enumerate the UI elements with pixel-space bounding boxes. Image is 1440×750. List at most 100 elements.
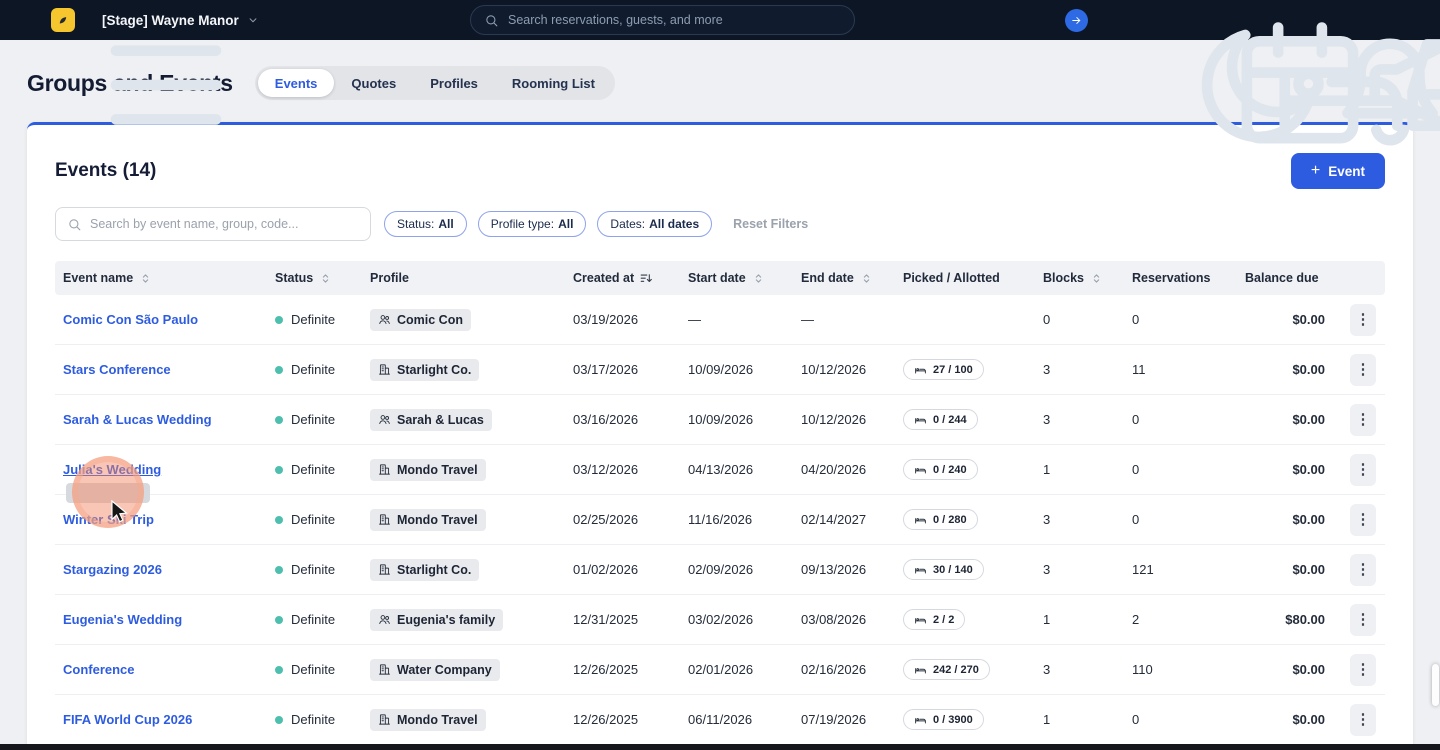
balance-due-cell: $80.00 bbox=[1237, 612, 1341, 627]
blocks-cell: 1 bbox=[1035, 712, 1124, 727]
table-row[interactable]: Winter Ski Trip Definite Mondo Travel 02… bbox=[55, 495, 1385, 545]
row-menu-button[interactable]: ⋮ bbox=[1350, 304, 1376, 336]
col-end-date: End date bbox=[793, 271, 895, 286]
tab-rooming-list[interactable]: Rooming List bbox=[495, 69, 612, 97]
row-menu-button[interactable]: ⋮ bbox=[1350, 354, 1376, 386]
calendar-icon[interactable] bbox=[1150, 10, 1170, 30]
created-at-cell: 03/17/2026 bbox=[565, 362, 680, 377]
profile-chip[interactable]: Mondo Travel bbox=[370, 509, 486, 531]
inbox-icon[interactable] bbox=[1322, 10, 1342, 30]
table-row[interactable]: Eugenia's Wedding Definite Eugenia's fam… bbox=[55, 595, 1385, 645]
profile-chip[interactable]: Starlight Co. bbox=[370, 359, 479, 381]
scrollbar-thumb[interactable] bbox=[1432, 664, 1439, 706]
event-name-link[interactable]: Winter Ski Trip bbox=[63, 512, 154, 527]
picked-allotted-pill: 242 / 270 bbox=[903, 659, 990, 680]
row-menu-button[interactable]: ⋮ bbox=[1350, 604, 1376, 636]
plus-icon: + bbox=[1311, 163, 1320, 179]
status-label: Definite bbox=[291, 562, 335, 577]
sort-desc-icon[interactable] bbox=[639, 271, 654, 286]
bed-icon bbox=[914, 513, 927, 526]
event-name-link[interactable]: Julia's Wedding bbox=[63, 462, 161, 477]
profile-chip[interactable]: Eugenia's family bbox=[370, 609, 503, 631]
announcements-megaphone-icon[interactable] bbox=[1281, 10, 1301, 30]
account-icon[interactable] bbox=[1404, 10, 1424, 30]
table-row[interactable]: Julia's Wedding Definite Mondo Travel 03… bbox=[55, 445, 1385, 495]
reset-filters-button[interactable]: Reset Filters bbox=[733, 217, 808, 231]
dark-mode-icon[interactable] bbox=[1109, 10, 1129, 30]
filter-chip[interactable]: Status:All bbox=[384, 211, 467, 237]
filter-chip[interactable]: Dates:All dates bbox=[597, 211, 712, 237]
table-row[interactable]: Stargazing 2026 Definite Starlight Co. 0… bbox=[55, 545, 1385, 595]
filter-label: Dates: bbox=[610, 217, 645, 231]
chat-icon[interactable] bbox=[1363, 10, 1383, 30]
profile-name: Water Company bbox=[397, 663, 492, 677]
sort-icon[interactable] bbox=[1089, 271, 1104, 286]
table-row[interactable]: Sarah & Lucas Wedding Definite Sarah & L… bbox=[55, 395, 1385, 445]
event-search-input[interactable] bbox=[90, 217, 359, 231]
sort-icon[interactable] bbox=[859, 271, 874, 286]
col-status: Status bbox=[267, 271, 362, 286]
sort-icon[interactable] bbox=[138, 271, 153, 286]
event-name-link[interactable]: Sarah & Lucas Wedding bbox=[63, 412, 212, 427]
sort-icon[interactable] bbox=[318, 271, 333, 286]
row-menu-button[interactable]: ⋮ bbox=[1350, 404, 1376, 436]
status-cell: Definite bbox=[267, 462, 362, 477]
event-name-link[interactable]: Eugenia's Wedding bbox=[63, 612, 182, 627]
event-name-link[interactable]: Stars Conference bbox=[63, 362, 171, 377]
balance-due-cell: $0.00 bbox=[1237, 412, 1341, 427]
event-search-box[interactable] bbox=[55, 207, 371, 241]
profile-chip[interactable]: Water Company bbox=[370, 659, 500, 681]
notifications-bell-icon[interactable] bbox=[1240, 10, 1260, 30]
col-reservations: Reservations bbox=[1124, 271, 1237, 285]
events-count-heading: Events (14) bbox=[55, 160, 156, 182]
quick-action-button[interactable] bbox=[1065, 9, 1088, 32]
filter-value: All bbox=[558, 217, 573, 231]
row-menu-button[interactable]: ⋮ bbox=[1350, 654, 1376, 686]
col-created-at: Created at bbox=[565, 271, 680, 286]
row-menu-button[interactable]: ⋮ bbox=[1350, 504, 1376, 536]
start-date-cell: 10/09/2026 bbox=[680, 362, 793, 377]
tab-profiles[interactable]: Profiles bbox=[413, 69, 495, 97]
balance-due-cell: $0.00 bbox=[1237, 362, 1341, 377]
company-icon bbox=[378, 513, 391, 526]
start-date-cell: 03/02/2026 bbox=[680, 612, 793, 627]
property-selector[interactable]: [Stage] Wayne Manor bbox=[102, 13, 260, 28]
blocks-cell: 1 bbox=[1035, 612, 1124, 627]
profile-chip[interactable]: Comic Con bbox=[370, 309, 471, 331]
row-menu-button[interactable]: ⋮ bbox=[1350, 554, 1376, 586]
profile-name: Mondo Travel bbox=[397, 513, 478, 527]
table-row[interactable]: FIFA World Cup 2026 Definite Mondo Trave… bbox=[55, 695, 1385, 745]
status-dot bbox=[275, 316, 283, 324]
status-label: Definite bbox=[291, 712, 335, 727]
app-logo[interactable] bbox=[51, 8, 75, 32]
reservations-cell: 11 bbox=[1124, 362, 1237, 377]
kebab-icon: ⋮ bbox=[1356, 611, 1371, 628]
status-cell: Definite bbox=[267, 712, 362, 727]
end-date-cell: 04/20/2026 bbox=[793, 462, 895, 477]
table-row[interactable]: Stars Conference Definite Starlight Co. … bbox=[55, 345, 1385, 395]
profile-chip[interactable]: Sarah & Lucas bbox=[370, 409, 492, 431]
spaces-bed-icon[interactable] bbox=[1191, 10, 1211, 30]
status-dot bbox=[275, 716, 283, 724]
row-menu-button[interactable]: ⋮ bbox=[1350, 704, 1376, 736]
sort-icon[interactable] bbox=[751, 271, 766, 286]
table-row[interactable]: Comic Con São Paulo Definite Comic Con 0… bbox=[55, 295, 1385, 345]
event-name-link[interactable]: Comic Con São Paulo bbox=[63, 312, 198, 327]
event-name-link[interactable]: FIFA World Cup 2026 bbox=[63, 712, 192, 727]
hamburger-menu-icon[interactable] bbox=[16, 10, 36, 30]
profile-chip[interactable]: Mondo Travel bbox=[370, 709, 486, 731]
tab-quotes[interactable]: Quotes bbox=[334, 69, 413, 97]
filter-chip[interactable]: Profile type:All bbox=[478, 211, 587, 237]
table-row[interactable]: Conference Definite Water Company 12/26/… bbox=[55, 645, 1385, 695]
profile-chip[interactable]: Mondo Travel bbox=[370, 459, 486, 481]
status-label: Definite bbox=[291, 462, 335, 477]
event-name-link[interactable]: Conference bbox=[63, 662, 135, 677]
created-at-cell: 12/26/2025 bbox=[565, 712, 680, 727]
row-menu-button[interactable]: ⋮ bbox=[1350, 454, 1376, 486]
global-search[interactable]: Search reservations, guests, and more bbox=[470, 5, 855, 35]
kebab-icon: ⋮ bbox=[1356, 461, 1371, 478]
reservations-cell: 110 bbox=[1124, 662, 1237, 677]
status-dot bbox=[275, 566, 283, 574]
event-name-link[interactable]: Stargazing 2026 bbox=[63, 562, 162, 577]
profile-chip[interactable]: Starlight Co. bbox=[370, 559, 479, 581]
